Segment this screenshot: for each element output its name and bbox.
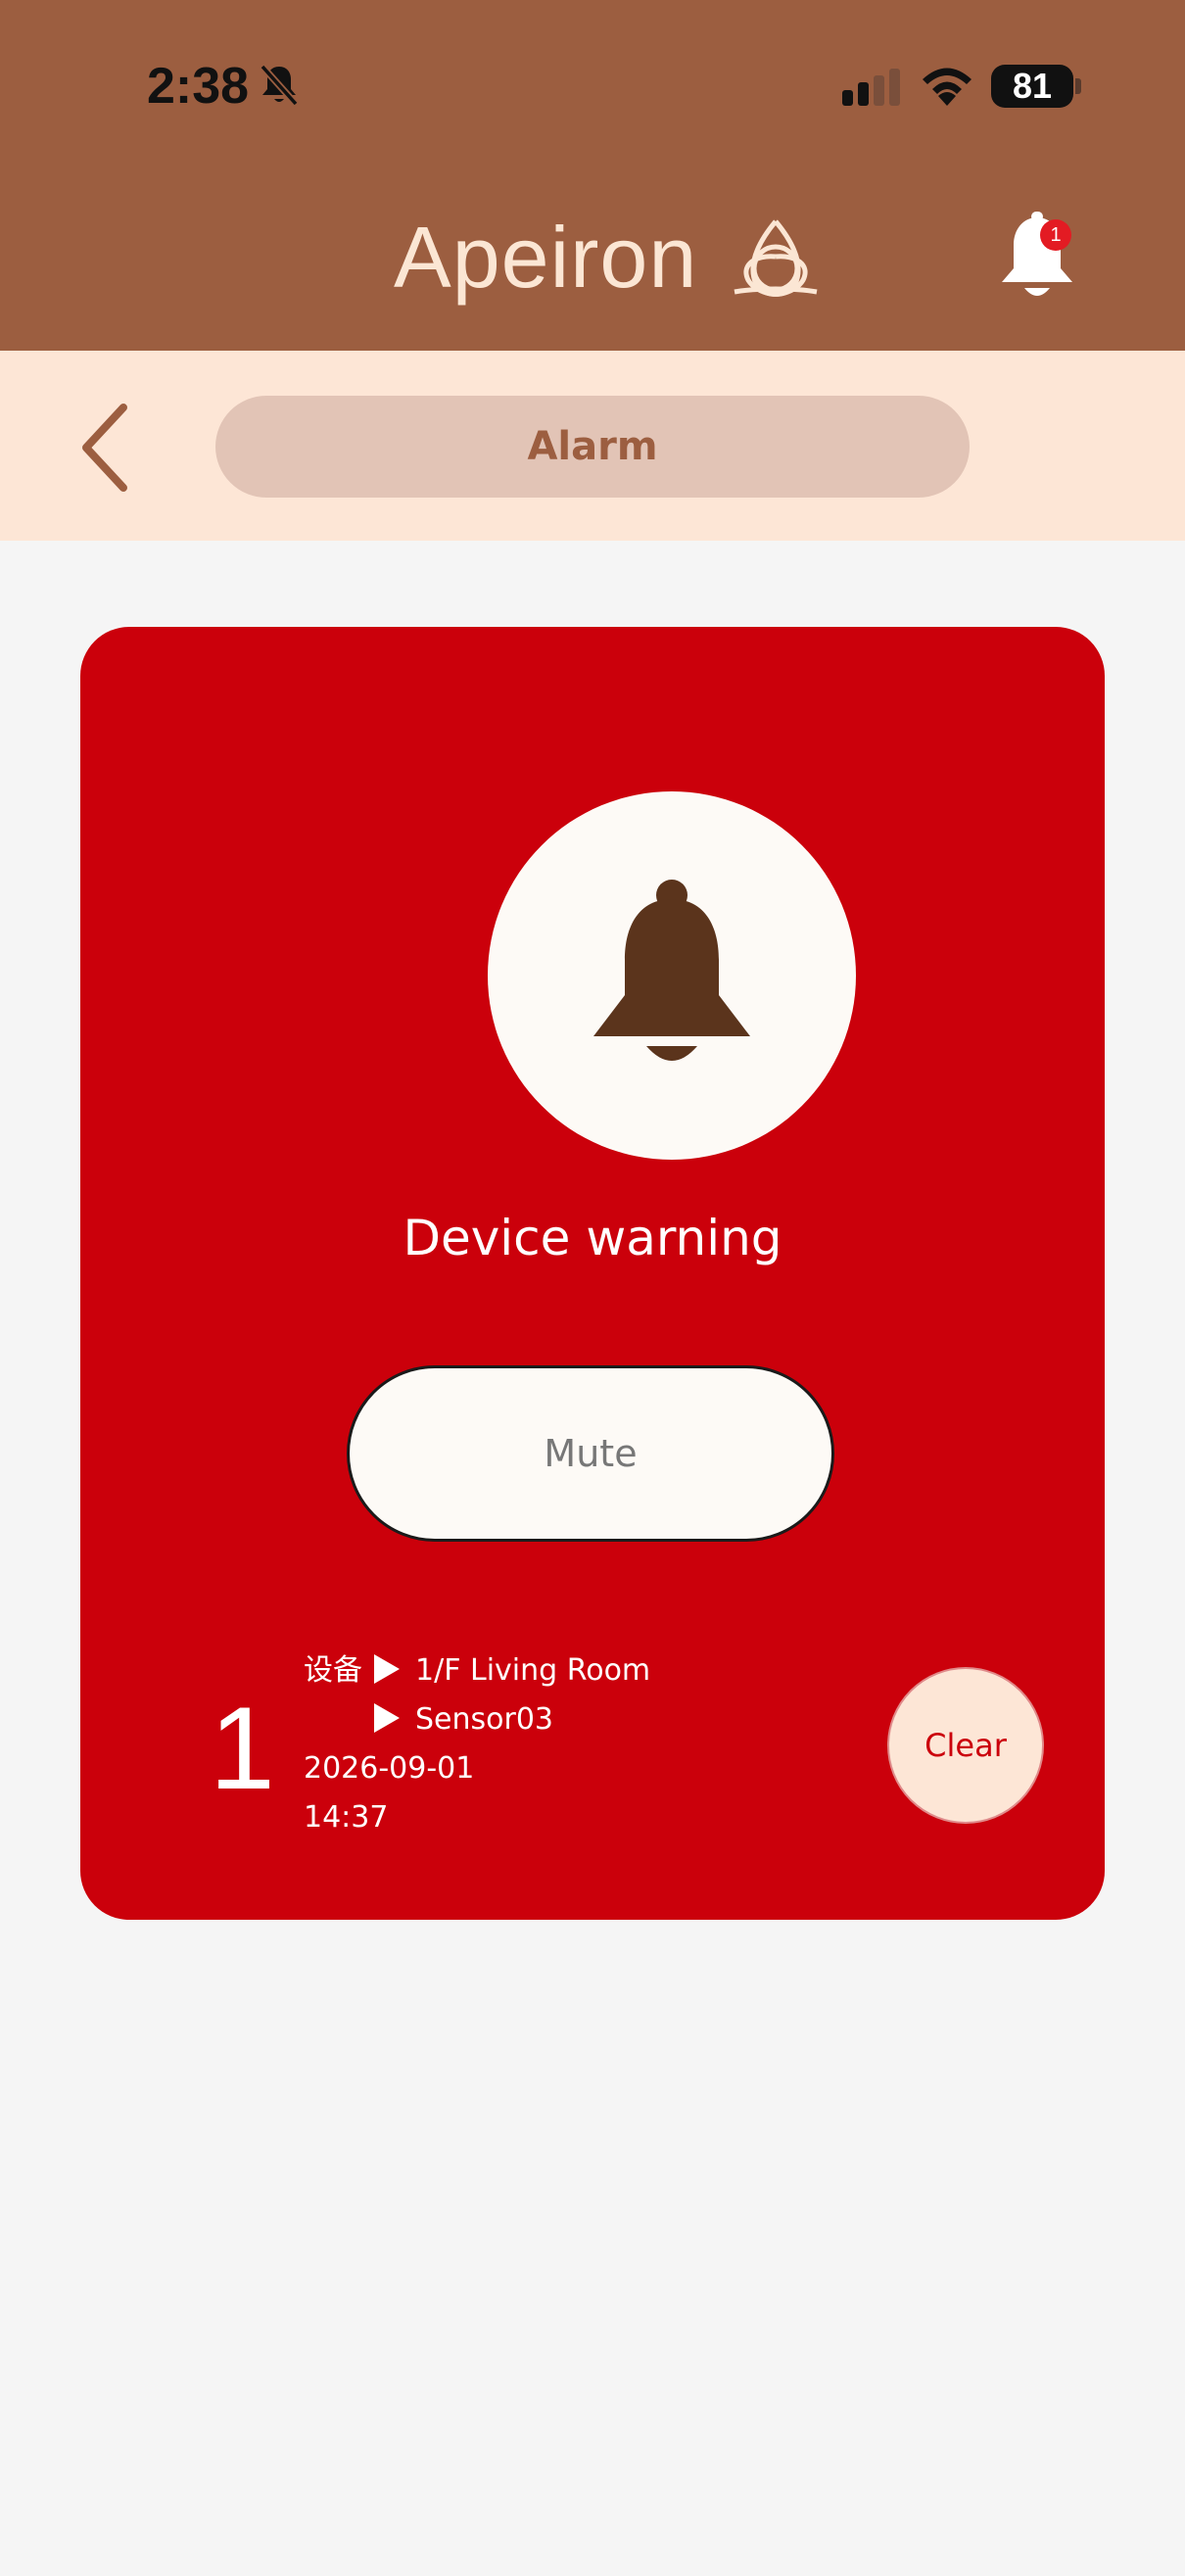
back-arrow-icon[interactable]: [69, 394, 147, 501]
device-label: 设备: [304, 1653, 362, 1688]
silent-bell-icon: [260, 64, 299, 107]
clear-button[interactable]: Clear: [887, 1667, 1044, 1824]
status-time: 2:38: [147, 58, 250, 115]
battery-tip: [1075, 78, 1081, 94]
apeiron-logo: Apeiron: [394, 204, 825, 311]
battery-icon: 81: [991, 65, 1073, 108]
alarm-card: Device warning Mute 1 设备 1/F Living Room …: [80, 627, 1105, 1920]
play-arrow-icon: [374, 1703, 400, 1733]
alarm-location-line: 设备 1/F Living Room: [304, 1651, 650, 1691]
alarm-sensor-line: Sensor03: [374, 1700, 553, 1740]
bell-icon: [593, 880, 750, 1061]
triquetra-icon: [734, 219, 818, 297]
alarm-count: 1: [210, 1683, 275, 1814]
alarm-sensor: Sensor03: [415, 1702, 554, 1737]
alarm-bell-badge: [488, 791, 856, 1160]
mute-button[interactable]: Mute: [347, 1365, 834, 1542]
notification-badge: 1: [1040, 219, 1071, 251]
logo-text: Apeiron: [394, 209, 698, 306]
alarm-time: 14:37: [304, 1800, 389, 1835]
alarm-location: 1/F Living Room: [415, 1653, 651, 1688]
alarm-date: 2026-09-01: [304, 1751, 475, 1786]
play-arrow-icon: [374, 1654, 400, 1684]
page-title: Alarm: [215, 396, 970, 498]
wifi-icon: [923, 68, 972, 106]
cellular-signal-icon: [842, 69, 900, 106]
alarm-title: Device warning: [403, 1210, 782, 1266]
